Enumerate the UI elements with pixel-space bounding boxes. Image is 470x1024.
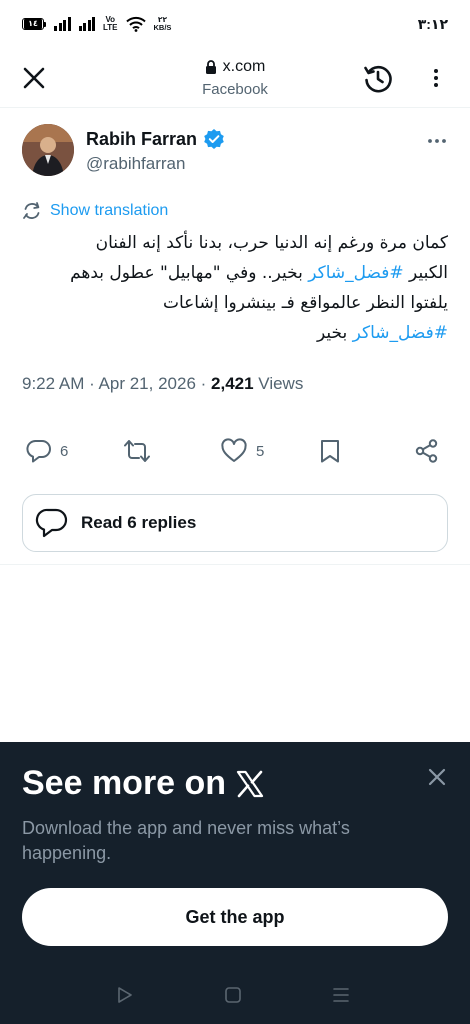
more-horizontal-icon[interactable] [426, 130, 448, 152]
tweet-time[interactable]: 9:22 AM [22, 374, 84, 393]
volte-line2: LTE [103, 23, 118, 32]
avatar[interactable] [22, 124, 74, 176]
promo-description: Download the app and never miss what’s h… [22, 818, 350, 863]
promo-title-text: See more on [22, 764, 227, 802]
read-replies-label: Read 6 replies [81, 513, 197, 532]
tweet-author: Rabih Farran @rabihfarran [22, 124, 448, 180]
share-icon [415, 439, 438, 463]
tweet-text-segment: بخير.. وفي "مهابيل" عطول بدهم [70, 263, 309, 283]
url-subtitle: Facebook [202, 81, 268, 98]
bookmark-icon [321, 440, 339, 463]
views-count: 2,421 [211, 374, 254, 393]
net-speed: ٢٢ KB/S [154, 16, 172, 32]
author-handle[interactable]: @rabihfarran [86, 154, 225, 174]
x-logo-icon [236, 770, 264, 797]
promo-title: See more on [22, 764, 264, 803]
verified-badge-icon [204, 129, 224, 149]
tweet-text-line-4: #فضل_شاكر بخير [22, 318, 448, 348]
status-bar: ١٤ Vo LTE ٢٢ KB/S ٣:١٢ [0, 0, 470, 48]
tweet-text-line-3: يلفتوا النظر عالمواقع فـ بينشروا إشاعات [162, 293, 448, 313]
url-text: x.com [222, 58, 266, 75]
page: ١٤ Vo LTE ٢٢ KB/S ٣:١٢ x.com Facebook Ra… [0, 0, 470, 1024]
like-count: 5 [256, 442, 265, 460]
status-time: ٣:١٢ [417, 15, 448, 32]
tweet-actions: 6 5 [22, 434, 448, 470]
tweet-text-segment: الكبير [403, 263, 448, 283]
tweet-meta: 9:22 AM · Apr 21, 2026 · 2,421 Views [22, 374, 304, 393]
show-translation-label: Show translation [50, 202, 169, 219]
signal-icon [54, 17, 71, 31]
tweet-text-segment: بخير [316, 323, 353, 343]
bookmark-button[interactable] [318, 438, 342, 464]
reply-count: 6 [60, 442, 69, 460]
battery-icon: ١٤ [22, 18, 46, 30]
tweet-text: كمان مرة ورغم إنه الدنيا حرب، بدنا نأكد … [22, 228, 448, 348]
browser-top-bar: x.com Facebook [0, 48, 470, 108]
tweet-date[interactable]: Apr 21, 2026 [99, 374, 196, 393]
reply-icon [26, 440, 51, 463]
read-replies-button[interactable]: Read 6 replies [22, 494, 448, 552]
system-nav-bar [0, 966, 470, 1024]
more-vertical-icon[interactable] [424, 66, 448, 90]
battery-level: ١٤ [24, 19, 42, 29]
show-translation-link[interactable]: Show translation [22, 201, 168, 221]
chat-bubble-icon [35, 508, 68, 538]
lock-icon [205, 60, 216, 74]
hashtag-link[interactable]: #فضل_شاكر [353, 323, 448, 343]
get-the-app-button[interactable]: Get the app [22, 888, 448, 946]
app-promo-sheet: See more on Download the app and never m… [0, 742, 470, 966]
share-button[interactable] [414, 438, 440, 464]
tweet-text-line-1: كمان مرة ورغم إنه الدنيا حرب، بدنا نأكد … [95, 233, 448, 253]
back-icon[interactable] [116, 986, 134, 1004]
reply-button[interactable]: 6 [26, 438, 68, 464]
signal-icon-2 [78, 17, 95, 31]
recents-icon[interactable] [332, 986, 350, 1004]
home-icon[interactable] [224, 986, 242, 1004]
heart-icon [221, 438, 247, 462]
translate-icon [23, 202, 40, 219]
wifi-icon [125, 16, 146, 32]
retweet-button[interactable] [122, 438, 152, 464]
tweet-text-line-2: الكبير #فضل_شاكر بخير.. وفي "مهابيل" عطو… [22, 258, 448, 288]
divider [0, 564, 470, 565]
close-promo-icon[interactable] [426, 766, 448, 788]
net-speed-unit: KB/S [153, 23, 172, 32]
url-block[interactable]: x.com Facebook [0, 58, 470, 98]
volte-icon: Vo LTE [103, 16, 118, 32]
status-icons: ١٤ Vo LTE ٢٢ KB/S [22, 16, 171, 32]
history-icon[interactable] [362, 62, 394, 94]
like-button[interactable]: 5 [220, 438, 264, 464]
views-label: Views [258, 374, 304, 393]
retweet-icon [124, 440, 150, 462]
author-name[interactable]: Rabih Farran [86, 129, 197, 150]
hashtag-link[interactable]: #فضل_شاكر [308, 263, 403, 283]
